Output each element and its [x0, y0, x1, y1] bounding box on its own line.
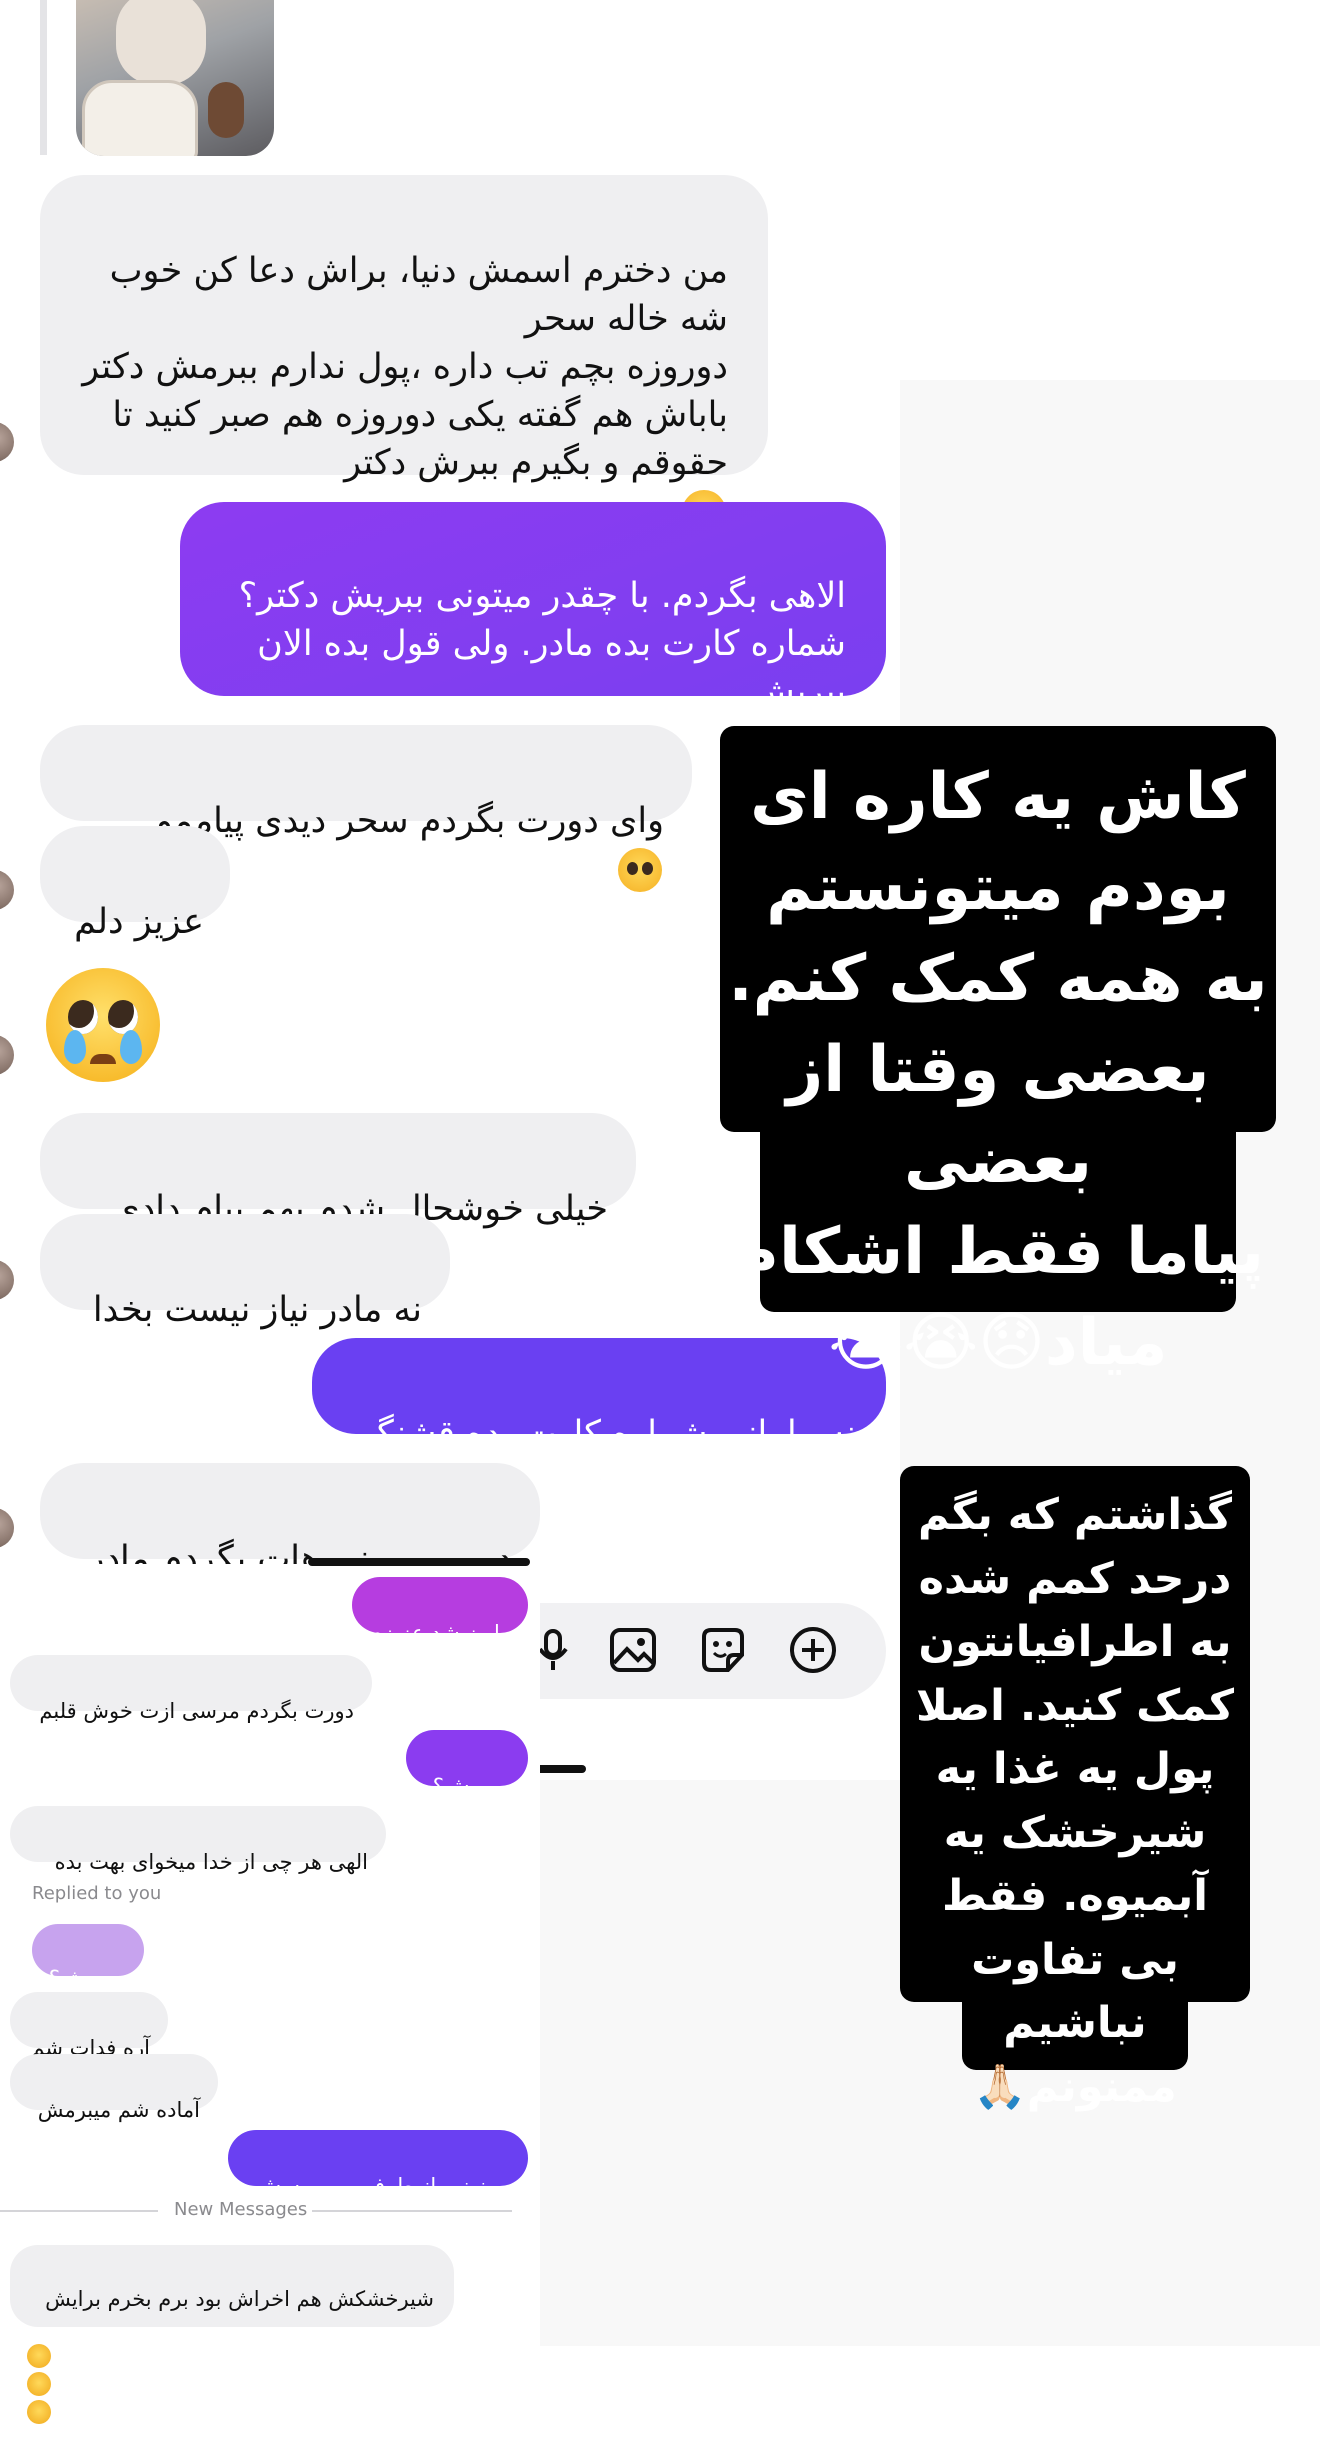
pleading-face-emoji-icon	[27, 2400, 51, 2424]
message-text: نه مامانی شماره کارت بده قشنگم	[353, 1414, 856, 1454]
message-bubble-outgoing[interactable]: الاهی بگردم. با چقدر میتونی ببریش دکتر؟ …	[180, 502, 886, 712]
pleading-face-emoji-icon	[27, 2372, 51, 2396]
message-text: واریز شد عزیزم	[369, 1621, 510, 1645]
mini-message-outgoing[interactable]: میبریش؟	[406, 1730, 528, 1798]
caption-text: کاش یه کاره ای بودم میتونستم به همه کمک …	[728, 760, 1268, 1380]
screenshot-edge	[308, 1558, 530, 1566]
mini-message-outgoing[interactable]: واریز شد عزیزم	[352, 1577, 528, 1645]
pleading-face-emoji-icon	[618, 848, 662, 892]
message-text: ممنونم. از طرف من ببوسش	[255, 2174, 510, 2198]
mini-message-incoming[interactable]: دورت بگردم مرسی ازت خوش قلبم	[10, 1655, 372, 1723]
mini-message-incoming[interactable]: شیرخشکش هم اخراش بود برم بخرم برایش	[10, 2245, 454, 2424]
message-text: میبریش؟	[432, 1774, 512, 1798]
emoji-row	[24, 2313, 434, 2425]
message-bubble-incoming[interactable]: عزیز دلم	[40, 826, 230, 942]
message-text: دورت بگردم مرسی ازت خوش قلبم	[39, 1699, 354, 1723]
emoji-eye	[108, 1000, 138, 1034]
emoji-mouth	[90, 1054, 116, 1064]
mini-reply-context[interactable]: میبریش؟	[32, 1924, 144, 1990]
image-icon[interactable]	[608, 1625, 658, 1675]
avatar[interactable]	[0, 422, 14, 462]
message-text: وای دورت بگردم سحر دیدی پیاممو	[156, 801, 664, 841]
message-text: میبریش؟	[48, 1966, 128, 1990]
message-text: شیرخشکش هم اخراش بود برم بخرم برایش	[45, 2287, 434, 2311]
photo-figure	[116, 0, 206, 85]
message-bubble-incoming[interactable]: من دخترم اسمش دنیا، براش دعا کن خوب شه خ…	[40, 175, 768, 534]
mini-message-incoming[interactable]: آماده شم میبرمش	[10, 2054, 218, 2122]
emoji-eye	[68, 1000, 98, 1034]
avatar[interactable]	[0, 1508, 14, 1548]
photo-message[interactable]	[76, 0, 274, 156]
emoji-tear	[64, 1030, 86, 1064]
replied-label: Replied to you	[32, 1883, 162, 1904]
emoji-tear	[120, 1030, 142, 1064]
mini-message-incoming[interactable]: الهی هر چی از خدا میخوای بهت بده	[10, 1806, 386, 1874]
caption-text: گذاشتم که بگم درحد کمم شده به اطرافیانتو…	[915, 1490, 1235, 2112]
message-text: من دخترم اسمش دنیا، براش دعا کن خوب شه خ…	[82, 251, 728, 483]
mini-message-incoming[interactable]: آره فدات شم	[10, 1992, 168, 2060]
avatar[interactable]	[0, 1260, 14, 1300]
sticker-icon[interactable]	[698, 1625, 748, 1675]
new-messages-label: New Messages	[174, 2199, 308, 2220]
crying-face-emoji-icon[interactable]	[46, 968, 160, 1082]
message-text: آماده شم میبرمش	[37, 2098, 200, 2122]
message-bubble-incoming[interactable]: خیلی خوشحال شدم بهم پیام دادی	[40, 1113, 636, 1229]
message-bubble-incoming[interactable]: وای دورت بگردم سحر دیدی پیاممو	[40, 725, 692, 892]
photo-bear	[208, 82, 244, 138]
home-indicator	[536, 1765, 586, 1773]
photo-bag	[82, 80, 198, 156]
message-text: نه مادر نیاز نیست بخدا	[92, 1290, 422, 1330]
message-bubble-incoming[interactable]: دور مهربونی هات بگردم مادر	[40, 1463, 540, 1579]
plus-icon[interactable]	[788, 1625, 838, 1675]
reply-indicator-line	[40, 0, 47, 155]
new-messages-divider	[312, 2210, 512, 2212]
avatar[interactable]	[0, 870, 14, 910]
avatar[interactable]	[0, 1035, 14, 1075]
mini-message-outgoing[interactable]: ممنونم. از طرف من ببوسش	[228, 2130, 528, 2198]
new-messages-divider	[0, 2210, 158, 2212]
message-text: الاهی بگردم. با چقدر میتونی ببریش دکتر؟ …	[238, 576, 846, 712]
message-text: الهی هر چی از خدا میخوای بهت بده	[54, 1850, 368, 1874]
message-text: عزیز دلم	[74, 902, 204, 942]
message-bubble-incoming[interactable]: نه مادر نیاز نیست بخدا	[40, 1214, 450, 1330]
pleading-face-emoji-icon	[27, 2344, 51, 2368]
